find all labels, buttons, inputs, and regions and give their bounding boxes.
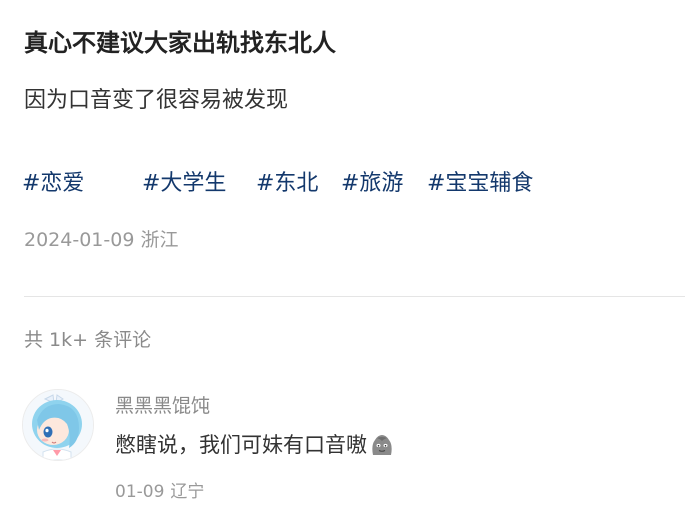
avatar-anime-girl-icon xyxy=(23,390,93,460)
post-body: 因为口音变了很容易被发现 xyxy=(24,88,289,113)
post-title: 真心不建议大家出轨找东北人 xyxy=(24,29,336,57)
comment-location: 辽宁 xyxy=(170,482,205,502)
tag-link[interactable]: #大学生 xyxy=(142,168,226,200)
comment-date: 01-09 xyxy=(115,482,165,502)
avatar[interactable] xyxy=(22,389,94,461)
tag-link[interactable]: #宝宝辅食 xyxy=(427,168,533,200)
comment-author[interactable]: 黑黑黑馄饨 xyxy=(115,392,210,420)
comment-meta: 01-09 辽宁 xyxy=(115,479,204,505)
tag-link[interactable]: #恋爱 xyxy=(22,168,84,200)
post-date: 2024-01-09 xyxy=(24,229,135,251)
post-location: 浙江 xyxy=(140,229,179,251)
comment-text-content: 憋瞎说，我们可妹有口音嗷 xyxy=(115,433,367,457)
post-meta: 2024-01-09 浙江 xyxy=(24,226,178,254)
comment-text: 憋瞎说，我们可妹有口音嗷 xyxy=(115,430,396,460)
comment-count: 共 1k+ 条评论 xyxy=(24,329,152,351)
divider xyxy=(24,296,685,297)
tag-link[interactable]: #旅游 xyxy=(341,168,403,200)
tag-link[interactable]: #东北 xyxy=(256,168,318,200)
dull-face-emoji-icon xyxy=(372,435,392,455)
